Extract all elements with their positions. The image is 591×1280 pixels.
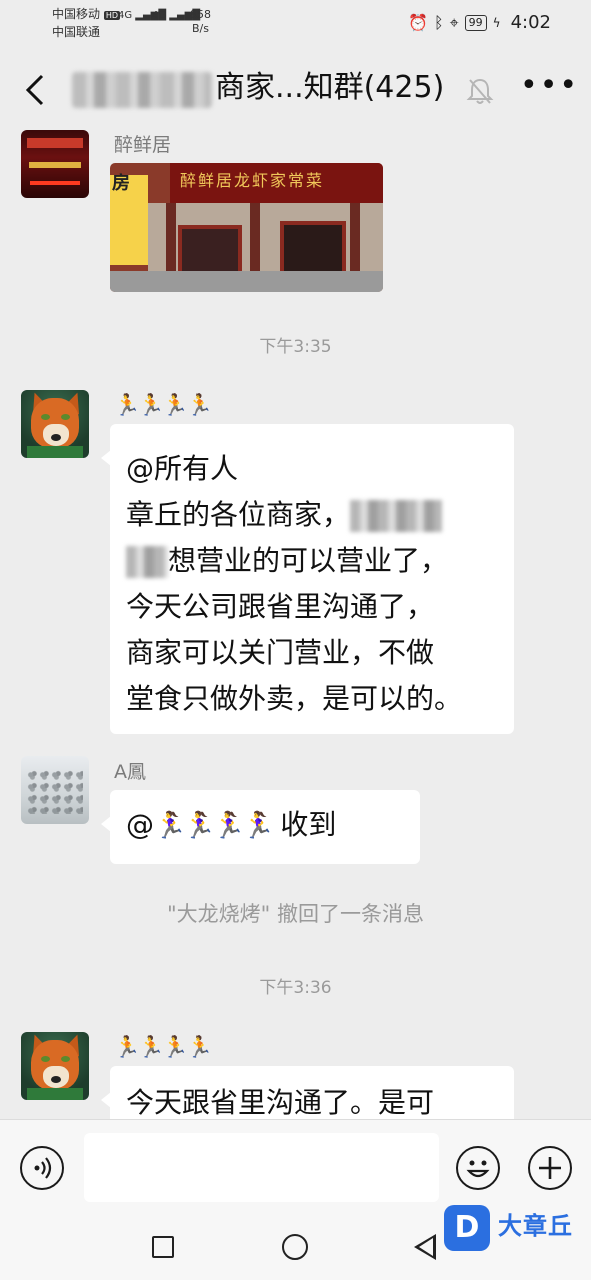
- text-bubble[interactable]: @所有人 章丘的各位商家， 想营业的可以营业了， 今天公司跟省里沟通了， 商家可…: [101, 424, 514, 734]
- avatar-fox[interactable]: [21, 1032, 89, 1100]
- chat-title-bar: 商家...知群(425) •••: [0, 56, 591, 122]
- chat-title: 商家...知群(425): [215, 70, 445, 105]
- sender-name-emojis: 🏃🏃🏃🏃: [114, 393, 213, 417]
- recents-button[interactable]: [152, 1236, 174, 1258]
- status-icons: ⏰ ᛒ ⌖ 99 ϟ 4:02: [408, 12, 551, 33]
- message-line: 商家可以关门营业，不做: [126, 636, 435, 669]
- recall-notice: "大龙烧烤" 撤回了一条消息: [167, 902, 424, 926]
- carrier-info: 中国移动 HD 中国联通: [52, 7, 121, 39]
- image-sign-text: 醉鲜居龙虾家常菜: [180, 171, 325, 190]
- input-bar: [0, 1119, 591, 1215]
- status-time: 4:02: [510, 12, 551, 33]
- message-line: 堂食只做外卖，是可以的。: [126, 682, 463, 715]
- message-line: 今天公司跟省里沟通了，: [126, 590, 435, 623]
- message-line: @🏃‍♀️🏃‍♀️🏃‍♀️🏃‍♀️ 收到: [126, 808, 337, 841]
- location-icon: ⌖: [449, 12, 459, 32]
- more-options-button[interactable]: •••: [520, 68, 579, 103]
- chevron-left-icon: [25, 74, 44, 106]
- plus-button[interactable]: [528, 1146, 572, 1190]
- blurred-text: [350, 500, 443, 532]
- back-button[interactable]: [20, 70, 54, 110]
- mute-bell-icon: [466, 76, 494, 104]
- sender-name: A鳳: [114, 761, 146, 783]
- avatar-a-feng[interactable]: [21, 756, 89, 824]
- back-nav-button[interactable]: [414, 1234, 436, 1260]
- message-line: @所有人: [126, 452, 239, 485]
- voice-button[interactable]: [20, 1146, 64, 1190]
- home-button[interactable]: [282, 1234, 308, 1260]
- voice-icon: [34, 1157, 52, 1179]
- text-bubble[interactable]: @🏃‍♀️🏃‍♀️🏃‍♀️🏃‍♀️ 收到: [101, 790, 420, 864]
- battery-icon: 99: [464, 14, 487, 31]
- network-speed: 858 B/s: [190, 8, 211, 35]
- message-line: 想营业的可以营业了，: [126, 538, 498, 584]
- charging-icon: ϟ: [492, 15, 501, 30]
- emoji-button[interactable]: [456, 1146, 500, 1190]
- sender-name: 醉鲜居: [114, 134, 172, 156]
- timestamp: 下午3:35: [259, 337, 332, 357]
- emoji-icon: [466, 1160, 490, 1178]
- image-left-sign: 房: [112, 173, 130, 194]
- plus-icon: [539, 1157, 561, 1179]
- blurred-group-name: [72, 72, 212, 108]
- bluetooth-icon: ᛒ: [434, 13, 444, 32]
- avatar-zuixianju[interactable]: [21, 130, 89, 198]
- message-input[interactable]: [84, 1133, 439, 1202]
- emoji-group: 🏃‍♀️🏃‍♀️🏃‍♀️🏃‍♀️: [154, 811, 274, 841]
- watermark-text: 大章丘: [498, 1212, 573, 1240]
- blurred-text: [126, 546, 168, 578]
- status-bar: 中国移动 HD 中国联通 4G ▂▄▆█ 4G ▂▄▆█ 858 B/s ⏰ ᛒ…: [0, 0, 591, 48]
- sender-name-emojis: 🏃🏃🏃🏃: [114, 1035, 213, 1059]
- alarm-icon: ⏰: [408, 13, 429, 32]
- image-message[interactable]: 醉鲜居龙虾家常菜 房: [110, 163, 383, 292]
- watermark-logo: D: [444, 1205, 490, 1251]
- message-line: 章丘的各位商家，: [126, 492, 498, 538]
- avatar-fox[interactable]: [21, 390, 89, 458]
- timestamp: 下午3:36: [259, 978, 332, 998]
